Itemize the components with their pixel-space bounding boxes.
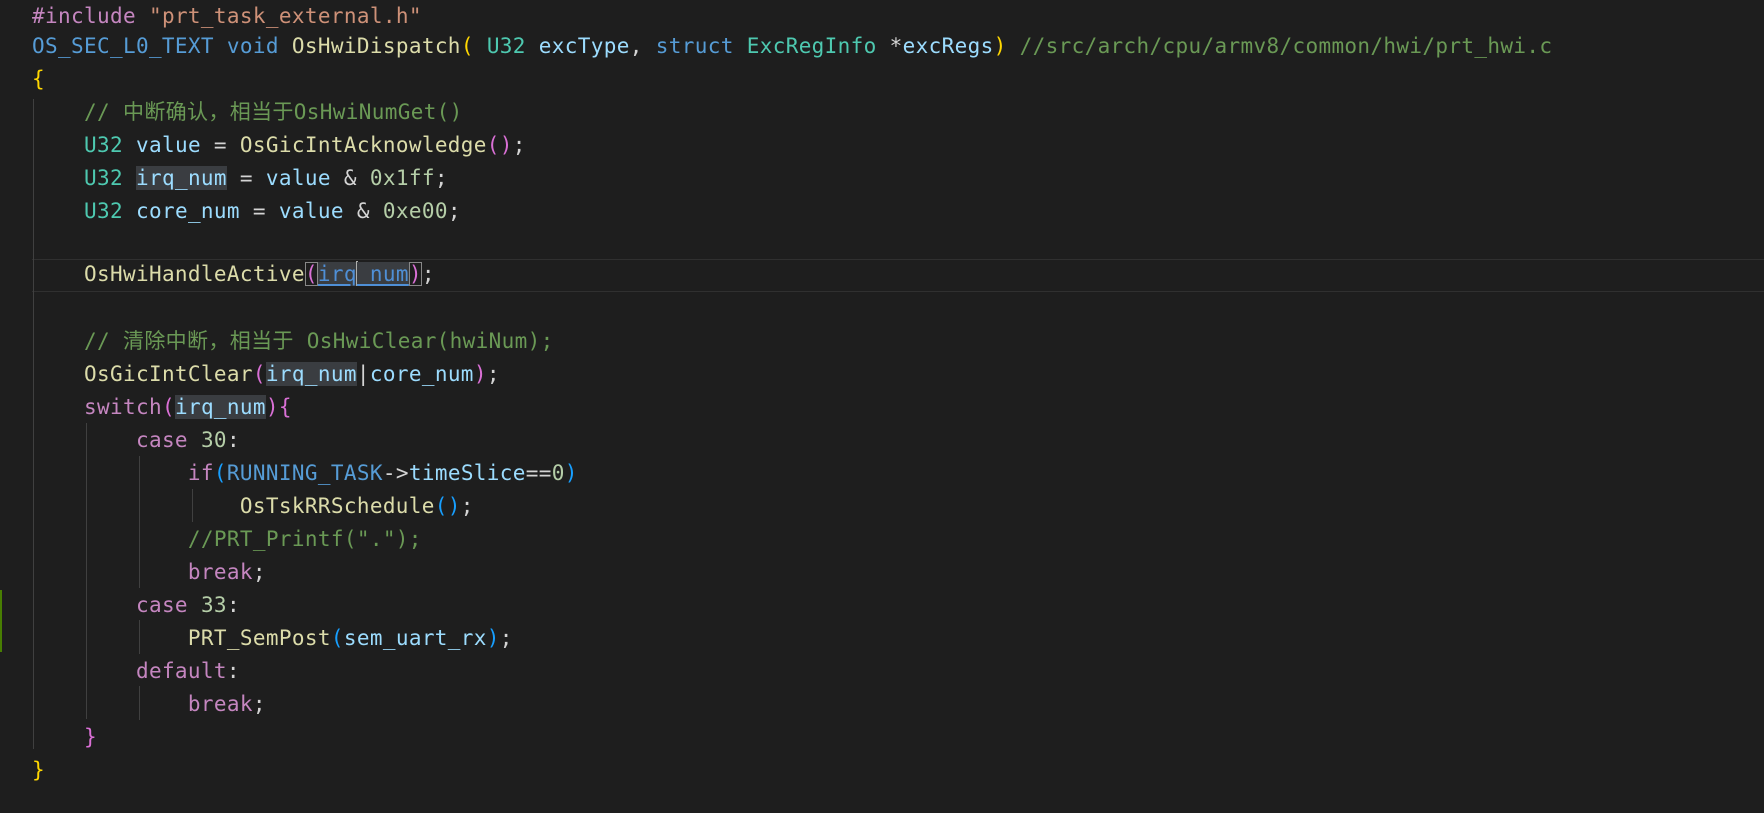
close-brace: } (32, 758, 45, 782)
code-line-16[interactable]: OsTskRRSchedule(); (32, 490, 474, 523)
number: 33 (200, 593, 227, 617)
code-line-23[interactable]: } (32, 721, 97, 754)
code-line-21[interactable]: default: (32, 655, 240, 688)
code-line-9[interactable]: OsHwiHandleActive(irq_num); (32, 258, 435, 291)
variable: value (265, 166, 331, 190)
code-line-19[interactable]: case 33: (32, 589, 240, 622)
code-line-14[interactable]: case 30: (32, 424, 240, 457)
param-name: excType (538, 34, 630, 58)
comment: // 清除中断，相当于 OsHwiClear(hwiNum); (83, 329, 554, 353)
keyword: break (187, 692, 253, 716)
path-comment: //src/arch/cpu/armv8/common/hwi/prt_hwi.… (1019, 34, 1553, 58)
code-line-3[interactable]: { (32, 63, 45, 96)
paren: ) (564, 461, 578, 485)
code-line-22[interactable]: break; (32, 688, 266, 721)
macro: RUNNING_TASK (226, 461, 383, 485)
type: U32 (83, 199, 123, 223)
gutter-change-marker[interactable] (0, 590, 2, 652)
keyword: case (135, 428, 188, 452)
code-line-11[interactable]: // 清除中断，相当于 OsHwiClear(hwiNum); (32, 325, 554, 358)
argument-highlighted: irq (317, 262, 357, 286)
number: 0x1ff (369, 166, 435, 190)
paren: ( (213, 461, 227, 485)
function-call: PRT_SemPost (187, 626, 331, 650)
open-brace: { (32, 67, 45, 91)
paren: ) (486, 626, 500, 650)
number: 0 (551, 461, 565, 485)
function-call: OsHwiHandleActive (83, 262, 305, 286)
include-directive: #include (32, 4, 136, 28)
number: 30 (200, 428, 227, 452)
comment: //PRT_Printf("."); (187, 527, 422, 551)
paren: ( (252, 362, 266, 386)
keyword: break (187, 560, 253, 584)
function-call: OsGicIntAcknowledge (239, 133, 487, 157)
argument: sem_uart_rx (343, 626, 487, 650)
variable-highlighted: irq_num (174, 395, 266, 419)
struct-keyword: struct (655, 34, 734, 58)
paren: ){ (265, 395, 292, 419)
code-line-12[interactable]: OsGicIntClear(irq_num|core_num); (32, 358, 500, 391)
paren: ) (993, 34, 1007, 58)
paren: ) (408, 262, 422, 286)
function-name: OsHwiDispatch (291, 34, 461, 58)
code-line-7[interactable]: U32 core_num = value & 0xe00; (32, 195, 461, 228)
code-line-24[interactable]: } (32, 754, 45, 787)
argument: core_num (369, 362, 474, 386)
function-call: OsTskRRSchedule (239, 494, 435, 518)
code-line-13[interactable]: switch(irq_num){ (32, 391, 292, 424)
argument-highlighted: _num (356, 262, 409, 286)
keyword: switch (83, 395, 162, 419)
variable: value (278, 199, 344, 223)
code-line-4[interactable]: // 中断确认，相当于OsHwiNumGet() (32, 96, 463, 129)
paren: ( (161, 395, 175, 419)
paren: ( (330, 626, 344, 650)
param-type: U32 (486, 34, 526, 58)
code-line-5[interactable]: U32 value = OsGicIntAcknowledge(); (32, 129, 526, 162)
variable: value (135, 133, 201, 157)
type: U32 (83, 133, 123, 157)
paren: ) (473, 362, 487, 386)
field: timeSlice (408, 461, 526, 485)
variable-highlighted: irq_num (135, 166, 227, 190)
keyword: case (135, 593, 188, 617)
argument-highlighted: irq_num (265, 362, 357, 386)
keyword: default (135, 659, 227, 683)
paren: ( (304, 262, 318, 286)
comment: // 中断确认，相当于OsHwiNumGet() (83, 100, 463, 124)
function-call: OsGicIntClear (83, 362, 253, 386)
code-line-2[interactable]: OS_SEC_L0_TEXT void OsHwiDispatch( U32 e… (32, 30, 1552, 63)
code-line-6[interactable]: U32 irq_num = value & 0x1ff; (32, 162, 448, 195)
keyword: if (187, 461, 214, 485)
type: U32 (83, 166, 123, 190)
include-path: "prt_task_external.h" (148, 4, 422, 28)
code-line-1[interactable]: #include "prt_task_external.h" (32, 0, 422, 33)
param-name: excRegs (902, 34, 994, 58)
variable: core_num (135, 199, 240, 223)
paren: () (486, 133, 513, 157)
paren: ( (460, 34, 474, 58)
code-line-20[interactable]: PRT_SemPost(sem_uart_rx); (32, 622, 513, 655)
param-type: ExcRegInfo (746, 34, 877, 58)
number: 0xe00 (382, 199, 448, 223)
paren: () (434, 494, 461, 518)
code-line-18[interactable]: break; (32, 556, 266, 589)
section-macro: OS_SEC_L0_TEXT (32, 34, 214, 58)
code-editor[interactable]: #include "prt_task_external.h" OS_SEC_L0… (0, 0, 1764, 813)
code-line-17[interactable]: //PRT_Printf("."); (32, 523, 422, 556)
close-brace: } (83, 725, 97, 749)
code-line-15[interactable]: if(RUNNING_TASK->timeSlice==0) (32, 457, 578, 490)
return-type: void (226, 34, 279, 58)
